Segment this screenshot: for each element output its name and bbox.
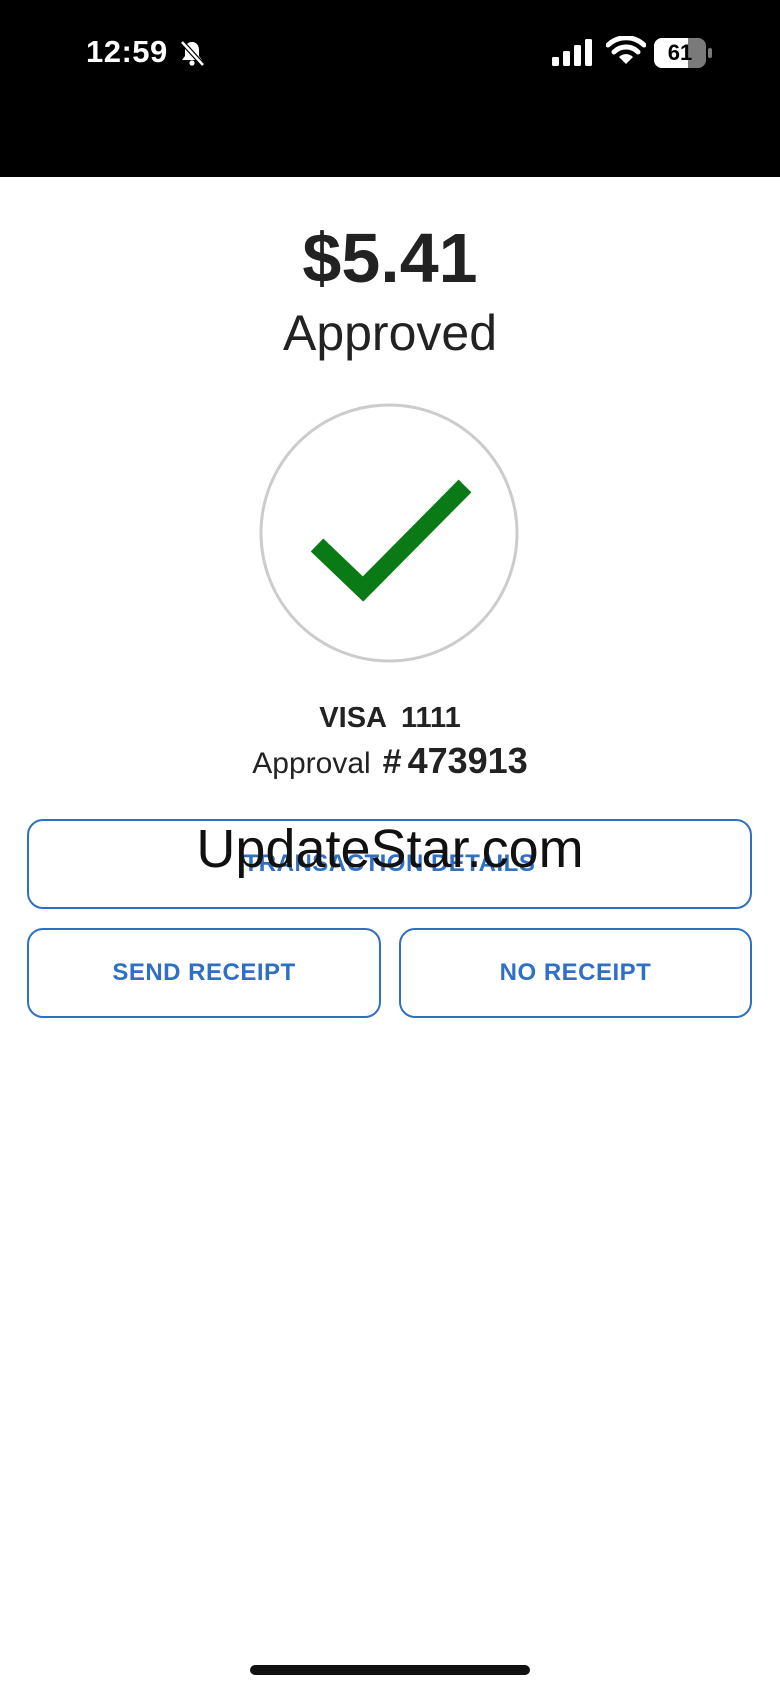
approval-label: Approval <box>252 747 371 780</box>
status-bar: 12:59 61 <box>0 0 780 177</box>
transaction-status: Approved <box>282 305 498 361</box>
wifi-icon <box>606 36 646 64</box>
send-receipt-button[interactable]: SEND RECEIPT <box>27 928 381 1018</box>
status-time: 12:59 <box>86 34 168 69</box>
battery-level: 61 <box>667 40 693 65</box>
approval-info: Approval #473913 <box>0 740 780 782</box>
card-info: VISA 1111 <box>0 702 780 735</box>
card-last4: 1111 <box>400 702 461 734</box>
bell-off-icon <box>180 40 205 67</box>
transaction-details-button[interactable]: TRANSACTION DETAILS <box>27 819 752 909</box>
signal-icon <box>552 39 592 66</box>
no-receipt-button[interactable]: NO RECEIPT <box>399 928 752 1018</box>
card-brand: VISA <box>319 702 387 734</box>
home-indicator[interactable] <box>250 1665 530 1675</box>
approval-number: 473913 <box>407 740 528 781</box>
transaction-amount: $5.41 <box>302 219 478 297</box>
check-circle-icon <box>259 403 519 663</box>
approval-hash: # <box>382 743 402 781</box>
